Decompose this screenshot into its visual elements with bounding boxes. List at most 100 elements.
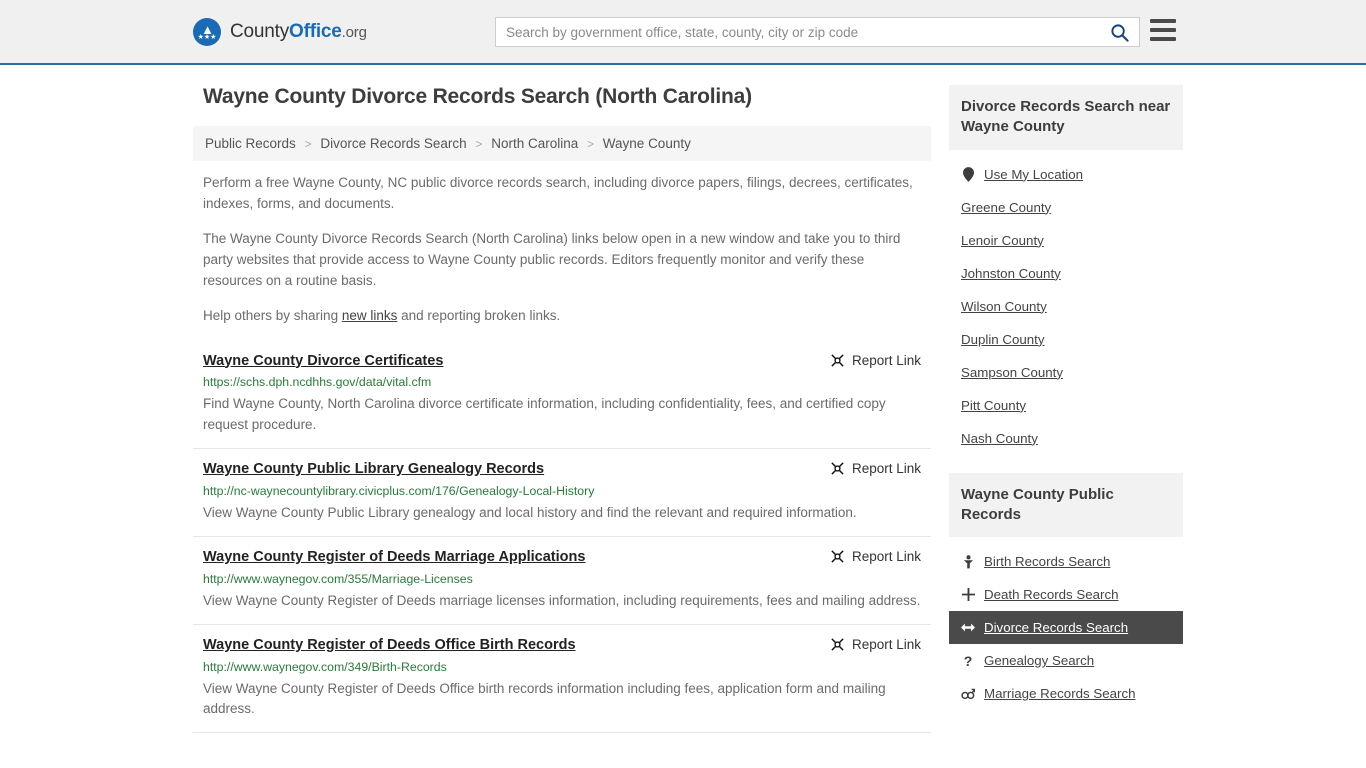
sidebar-item-label: Sampson County [961, 364, 1063, 380]
sidebar-item-label: Use My Location [984, 166, 1084, 182]
sidebar-item-sampson-county[interactable]: Sampson County [949, 356, 1183, 389]
male-female-icon [961, 688, 975, 700]
result-item: Wayne County Divorce Certificates Report… [193, 341, 931, 450]
brand-text: CountyOffice.org [230, 21, 367, 43]
widget-nearby-divorce-records: Divorce Records Search near Wayne County… [949, 85, 1183, 455]
map-pin-icon [961, 166, 975, 182]
sidebar-item-death-records-search[interactable]: Death Records Search [949, 578, 1183, 611]
search-input[interactable] [496, 18, 1106, 46]
report-link-button[interactable]: Report Link [830, 549, 921, 564]
result-url: http://nc-waynecountylibrary.civicplus.c… [203, 484, 595, 499]
intro-paragraph-1: Perform a free Wayne County, NC public d… [203, 175, 913, 211]
result-item: Wayne County Register of Deeds Marriage … [193, 537, 931, 625]
sidebar-item-label: Nash County [961, 430, 1038, 446]
result-description: View Wayne County Register of Deeds marr… [203, 592, 921, 608]
breadcrumb-separator: > [475, 137, 483, 151]
eagle-seal-icon: ▲ ★★★ [193, 18, 221, 46]
sidebar-item-duplin-county[interactable]: Duplin County [949, 323, 1183, 356]
sidebar-item-lenoir-county[interactable]: Lenoir County [949, 224, 1183, 257]
brand-part-2: Office [289, 21, 342, 42]
hamburger-menu-icon[interactable] [1150, 19, 1176, 41]
result-url: http://www.waynegov.com/349/Birth-Record… [203, 659, 447, 674]
sidebar-item-birth-records-search[interactable]: Birth Records Search [949, 545, 1183, 578]
widget-heading: Divorce Records Search near Wayne County [949, 85, 1183, 150]
search-icon [1111, 23, 1129, 42]
sidebar-item-johnston-county[interactable]: Johnston County [949, 257, 1183, 290]
intro-text-after: and reporting broken links. [397, 307, 561, 323]
breadcrumb: Public Records > Divorce Records Search … [193, 126, 931, 161]
intro-paragraph-3: Help others by sharing new links and rep… [193, 306, 931, 327]
broken-link-icon [831, 550, 844, 563]
sidebar-item-pitt-county[interactable]: Pitt County [949, 389, 1183, 422]
sidebar: Divorce Records Search near Wayne County… [949, 85, 1183, 733]
sidebar-item-nash-county[interactable]: Nash County [949, 422, 1183, 455]
result-item: Wayne County Register of Deeds Office Bi… [193, 625, 931, 734]
report-link-button[interactable]: Report Link [830, 637, 921, 652]
sidebar-item-label: Greene County [961, 199, 1052, 215]
sidebar-item-marriage-records-search[interactable]: Marriage Records Search [949, 677, 1183, 710]
main-content: Wayne County Divorce Records Search (Nor… [193, 85, 931, 734]
sidebar-item-label: Duplin County [961, 331, 1045, 347]
cross-icon [961, 588, 975, 601]
broken-link-icon [831, 638, 844, 651]
sidebar-item-label: Genealogy Search [984, 653, 1095, 668]
sidebar-item-label: Marriage Records Search [984, 686, 1136, 701]
sidebar-item-label: Death Records Search [984, 587, 1119, 602]
report-link-label: Report Link [851, 352, 921, 368]
result-title-link[interactable]: Wayne County Divorce Certificates [203, 352, 443, 371]
sidebar-item-use-my-location[interactable]: Use My Location [949, 158, 1183, 191]
brand-part-1: County [230, 21, 290, 42]
sidebar-item-label: Pitt County [961, 397, 1027, 413]
broken-link-icon [831, 462, 844, 475]
page-title: Wayne County Divorce Records Search (Nor… [203, 85, 752, 108]
breadcrumb-item-wayne-county[interactable]: Wayne County [603, 136, 691, 151]
left-right-arrow-icon [961, 622, 975, 633]
site-header: ▲ ★★★ CountyOffice.org [0, 0, 1366, 65]
result-item: Wayne County Public Library Genealogy Re… [193, 449, 931, 537]
report-link-button[interactable]: Report Link [830, 461, 921, 476]
report-link-label: Report Link [851, 548, 921, 564]
sidebar-item-greene-county[interactable]: Greene County [949, 191, 1183, 224]
breadcrumb-item-divorce-records-search[interactable]: Divorce Records Search [320, 136, 466, 151]
result-description: View Wayne County Register of Deeds Offi… [203, 680, 886, 717]
breadcrumb-separator: > [587, 137, 595, 151]
sidebar-item-divorce-records-search[interactable]: Divorce Records Search [949, 611, 1183, 644]
hamburger-bar [1150, 37, 1176, 41]
sidebar-item-label: Lenoir County [961, 232, 1044, 248]
result-title-link[interactable]: Wayne County Public Library Genealogy Re… [203, 460, 544, 479]
breadcrumb-item-north-carolina[interactable]: North Carolina [491, 136, 578, 151]
report-link-label: Report Link [851, 636, 921, 652]
sidebar-item-wilson-county[interactable]: Wilson County [949, 290, 1183, 323]
sidebar-item-label: Wilson County [961, 298, 1047, 314]
intro-paragraph-2: The Wayne County Divorce Records Search … [203, 230, 901, 288]
baby-icon [961, 554, 975, 569]
hamburger-bar [1150, 19, 1176, 23]
brand-part-3: .org [341, 24, 367, 41]
sidebar-item-label: Birth Records Search [984, 554, 1111, 569]
question-mark-icon: ? [963, 652, 973, 669]
report-link-button[interactable]: Report Link [830, 353, 921, 368]
search-button[interactable] [1106, 23, 1139, 42]
result-url: https://schs.dph.ncdhhs.gov/data/vital.c… [203, 375, 432, 390]
results-list: Wayne County Divorce Certificates Report… [193, 341, 931, 734]
intro-section: Perform a free Wayne County, NC public d… [193, 173, 931, 327]
report-link-label: Report Link [851, 461, 921, 477]
intro-text-before: Help others by sharing [203, 307, 342, 323]
widget-heading: Wayne County Public Records [949, 472, 1183, 537]
result-title-link[interactable]: Wayne County Register of Deeds Marriage … [203, 548, 585, 567]
widget-public-records: Wayne County Public Records Birth Record… [949, 472, 1183, 711]
breadcrumb-item-public-records[interactable]: Public Records [205, 136, 296, 151]
hamburger-bar [1150, 28, 1176, 32]
result-title-link[interactable]: Wayne County Register of Deeds Office Bi… [203, 636, 576, 655]
page-body: Wayne County Divorce Records Search (Nor… [0, 65, 1366, 734]
result-url: http://www.waynegov.com/355/Marriage-Lic… [203, 571, 473, 586]
result-description: View Wayne County Public Library genealo… [203, 505, 857, 521]
site-logo-link[interactable]: ▲ ★★★ CountyOffice.org [193, 18, 367, 46]
result-description: Find Wayne County, North Carolina divorc… [203, 396, 886, 433]
sidebar-item-label: Johnston County [961, 265, 1061, 281]
sidebar-item-genealogy-search[interactable]: ? Genealogy Search [949, 644, 1183, 677]
breadcrumb-separator: > [304, 137, 312, 151]
broken-link-icon [831, 353, 844, 367]
new-links-link[interactable]: new links [342, 308, 398, 323]
search-bar [495, 17, 1140, 47]
